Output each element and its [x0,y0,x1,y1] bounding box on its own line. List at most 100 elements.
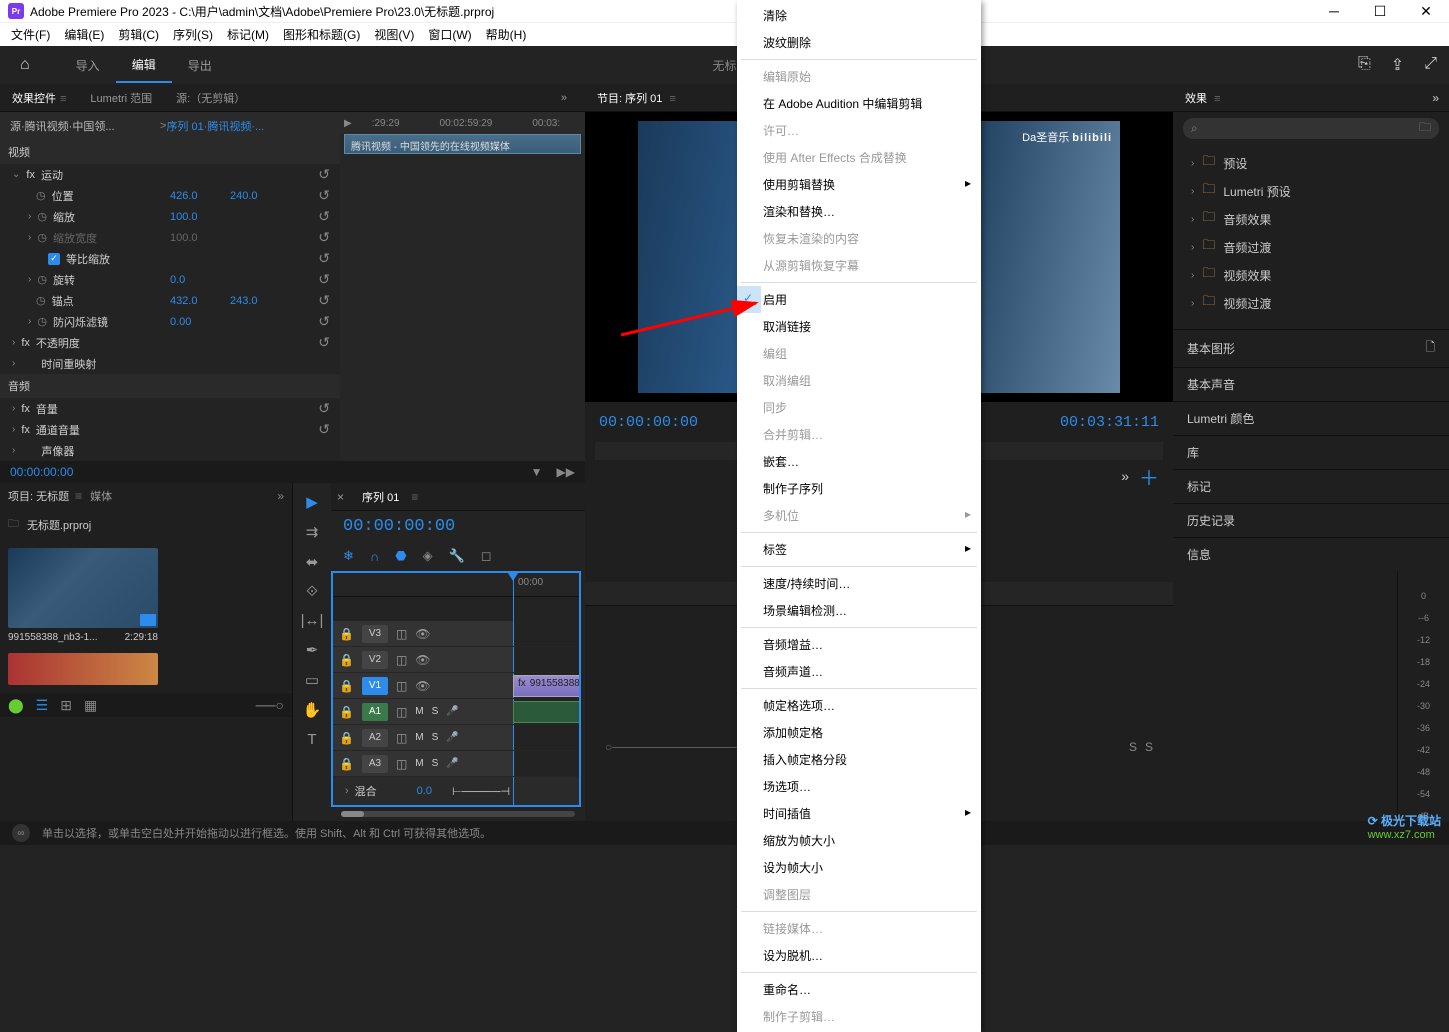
pen-tool[interactable]: ✒ [306,641,319,659]
program-left-tc[interactable]: 00:00:00:00 [599,414,698,431]
mix-value[interactable]: 0.0 [417,785,432,797]
track-v3[interactable]: V3 [362,625,388,643]
lumetri-preset-folder[interactable]: ›🗀Lumetri 预设 [1173,177,1449,205]
video-clip[interactable]: fx991558388_nb3-1-30032.mp4 [513,675,581,697]
tab-source-none[interactable]: 源:（无剪辑） [164,84,257,112]
uniform-scale-checkbox[interactable]: ✓ [48,253,60,265]
context-menu-item[interactable]: 渲染和替换… [737,198,981,225]
volume-label[interactable]: 音量 [36,401,58,417]
reset-icon[interactable]: ↺ [318,208,330,225]
motion-label[interactable]: 运动 [41,167,63,183]
snap-icon[interactable]: ❄ [343,548,354,564]
tab-effects[interactable]: 效果 ≡ [1173,84,1232,112]
track-a2[interactable]: A2 [362,729,388,747]
position-y[interactable]: 240.0 [230,190,290,202]
anchor-x[interactable]: 432.0 [170,295,230,307]
reset-icon[interactable]: ↺ [318,271,330,288]
toggle-icon[interactable]: ◫ [396,757,407,771]
solo-button[interactable]: S [432,758,439,769]
ripple-edit-tool[interactable]: ⬌ [306,553,319,571]
menu-sequence[interactable]: 序列(S) [166,26,220,43]
tab-media[interactable]: 媒体 [90,488,112,504]
prop-antiflicker[interactable]: 防闪烁滤镜 [53,314,108,330]
context-menu-item[interactable]: 时间插值▸ [737,800,981,827]
scale-val[interactable]: 100.0 [170,211,230,223]
fx-timecode[interactable]: 00:00:00:00 [10,465,73,479]
razor-tool[interactable]: ⟐ [306,583,318,600]
audio-transitions-folder[interactable]: ›🗀音频过渡 [1173,233,1449,261]
context-menu-item[interactable]: 缩放为帧大小 [737,827,981,854]
context-menu-item[interactable]: 重命名… [737,976,981,1003]
voice-icon[interactable]: 🎤 [446,706,458,717]
context-menu-item[interactable]: 插入帧定格分段 [737,746,981,773]
toggle-icon[interactable]: ◫ [396,627,407,641]
overflow-icon[interactable]: » [1121,468,1129,484]
menu-clip[interactable]: 剪辑(C) [111,26,166,43]
insert-icon[interactable]: ◈ [423,548,433,564]
bin-icon[interactable]: 🗀 [8,515,19,534]
share-icon[interactable]: ⇪ [1391,55,1404,75]
mix-label[interactable]: 混合 [355,783,377,799]
context-menu-item[interactable]: 设为帧大小 [737,854,981,881]
workspace-import[interactable]: 导入 [60,49,116,82]
settings-icon[interactable]: 🔧 [449,548,465,564]
solo-button[interactable]: S [432,732,439,743]
workspace-edit[interactable]: 编辑 [116,48,172,83]
selection-tool[interactable]: ▶ [306,493,318,511]
hand-tool[interactable]: ✋ [303,701,322,719]
menu-help[interactable]: 帮助(H) [479,26,534,43]
channel-vol-label[interactable]: 通道音量 [36,422,80,438]
menu-file[interactable]: 文件(F) [4,26,57,43]
workspace-export[interactable]: 导出 [172,49,228,82]
close-tab-icon[interactable]: × [337,490,344,504]
list-view-icon[interactable]: ☰ [36,697,49,714]
panel-markers[interactable]: 标记 [1173,469,1449,503]
type-tool[interactable]: T [307,731,316,748]
context-menu-item[interactable]: 标签▸ [737,536,981,563]
add-button-icon[interactable]: ＋ [1139,462,1159,491]
menu-graphics[interactable]: 图形和标题(G) [276,26,367,43]
context-menu-item[interactable]: 音频声道… [737,658,981,685]
mute-button[interactable]: M [415,732,423,743]
mute-button[interactable]: M [415,758,423,769]
sequence-ref-label[interactable]: 序列 01·腾讯视频·... [166,118,264,134]
slip-tool[interactable]: |↔| [301,612,324,629]
preset-folder[interactable]: ›🗀预设 [1173,149,1449,177]
panel-overflow-icon[interactable]: » [277,489,284,503]
reset-icon[interactable]: ↺ [318,187,330,204]
minimize-button[interactable]: ─ [1311,0,1357,22]
reset-icon[interactable]: ↺ [318,292,330,309]
prop-rotation[interactable]: 旋转 [53,272,75,288]
rotation-val[interactable]: 0.0 [170,274,230,286]
menu-edit[interactable]: 编辑(E) [57,26,111,43]
prop-position[interactable]: 位置 [52,188,74,204]
track-a1[interactable]: A1 [362,703,388,721]
creative-cloud-icon[interactable]: ∞ [12,824,30,842]
solo-button[interactable]: S [432,706,439,717]
lock-icon[interactable]: 🔒 [339,731,354,745]
voice-icon[interactable]: 🎤 [446,732,458,743]
panel-lumetri-color[interactable]: Lumetri 颜色 [1173,401,1449,435]
timeline-tab[interactable]: 序列 01 [350,483,411,511]
anchor-y[interactable]: 243.0 [230,295,290,307]
solo-button[interactable]: S [1129,740,1137,754]
timeline-tracks[interactable]: 00:00 00:00:59:29 00:01:59:29 00:02: 🔒V3… [331,571,581,807]
context-menu-item[interactable]: 使用剪辑替换▸ [737,171,981,198]
fx-timeline-clip[interactable]: 腾讯视频 - 中国领先的在线视频媒体 [344,134,581,154]
context-menu-item[interactable]: 在 Adobe Audition 中编辑剪辑 [737,90,981,117]
tab-effect-controls[interactable]: 效果控件≡ [0,84,78,112]
mute-button[interactable]: M [415,706,423,717]
panel-essential-sound[interactable]: 基本声音 [1173,367,1449,401]
lock-icon[interactable]: 🔒 [339,653,354,667]
panel-history[interactable]: 历史记录 [1173,503,1449,537]
home-icon[interactable]: ⌂ [20,56,30,74]
context-menu-item[interactable]: 设为脱机… [737,942,981,969]
program-right-tc[interactable]: 00:03:31:11 [1060,414,1159,431]
panner-label[interactable]: 声像器 [41,443,74,459]
track-v1[interactable]: V1 [362,677,388,695]
menu-window[interactable]: 窗口(W) [421,26,478,43]
new-icon[interactable]: 🗋 [1425,338,1435,359]
video-effects-folder[interactable]: ›🗀视频效果 [1173,261,1449,289]
context-menu-item[interactable]: 波纹删除 [737,29,981,56]
new-item-icon[interactable]: ⬤ [8,697,24,714]
